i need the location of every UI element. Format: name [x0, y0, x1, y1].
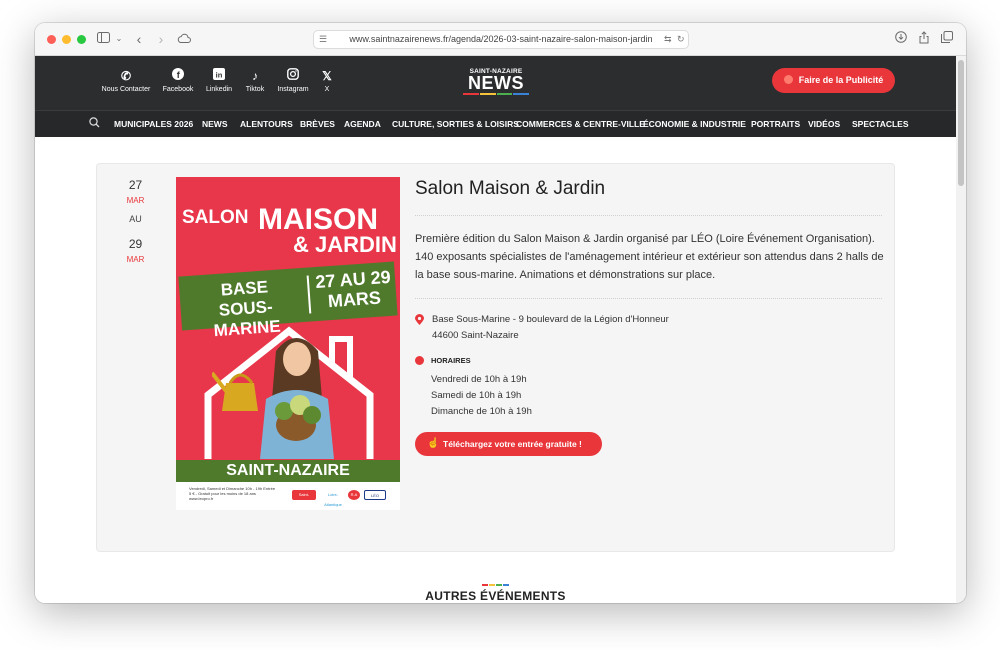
main-nav: MUNICIPALES 2026 NEWS ALENTOURS BRÈVES A…: [35, 110, 956, 137]
nav-commerces[interactable]: COMMERCES & CENTRE-VILLE: [516, 119, 645, 129]
start-month: MAR: [126, 196, 145, 205]
nav-news[interactable]: NEWS: [202, 119, 228, 129]
event-title: Salon Maison & Jardin: [415, 178, 606, 199]
end-day: 29: [128, 237, 143, 251]
x-icon: 𝕏: [322, 69, 332, 83]
reload-icon[interactable]: ↻: [677, 34, 685, 45]
sidebar-icon[interactable]: [95, 31, 111, 47]
share-icon[interactable]: [916, 31, 932, 47]
site-header: ✆ Nous Contacter f Facebook in Linkedin …: [35, 56, 956, 110]
watering-can-illustration: [212, 371, 258, 411]
window-controls: [47, 35, 86, 44]
page-content: 27 MAR AU 29 MAR SALON MAISON & JARDIN B…: [35, 137, 956, 603]
nav-municipales[interactable]: MUNICIPALES 2026: [114, 119, 193, 129]
event-address: Base Sous-Marine - 9 boulevard de la Lég…: [432, 314, 669, 341]
event-card: 27 MAR AU 29 MAR SALON MAISON & JARDIN B…: [96, 163, 895, 552]
divider: [415, 298, 882, 299]
date-separator: AU: [129, 214, 142, 224]
record-dot-icon: [783, 75, 793, 84]
nav-spectacles[interactable]: SPECTACLES: [852, 119, 909, 129]
hours-item: Vendredi de 10h à 19h: [431, 374, 527, 385]
end-month: MAR: [126, 255, 145, 264]
address-bar[interactable]: ☰ www.saintnazairenews.fr/agenda/2026-03…: [313, 30, 689, 49]
location-pin-icon: [415, 314, 424, 325]
browser-toolbar: ⌄ ‹ › ☰ www.saintnazairenews.fr/agenda/2…: [35, 23, 966, 56]
logo-color-bars: [463, 93, 529, 95]
divider: [415, 215, 882, 216]
other-events-heading: AUTRES ÉVÉNEMENTS: [425, 589, 566, 603]
advertise-button[interactable]: Faire de la Publicité: [772, 68, 895, 93]
nav-culture[interactable]: CULTURE, SORTIES & LOISIRS: [392, 119, 519, 129]
contact-link[interactable]: ✆ Nous Contacter: [96, 68, 156, 93]
poster-footer: Vendredi, Samedi et Dimanche 10h - 19h E…: [176, 482, 400, 510]
section-color-bars: [482, 584, 509, 586]
hours-label: HORAIRES: [431, 356, 471, 365]
search-icon[interactable]: [89, 117, 100, 131]
scrollbar-thumb[interactable]: [958, 60, 964, 186]
download-icon[interactable]: [893, 31, 909, 47]
zoom-window-button[interactable]: [77, 35, 86, 44]
browser-window: ⌄ ‹ › ☰ www.saintnazairenews.fr/agenda/2…: [35, 23, 966, 603]
nav-videos[interactable]: VIDÉOS: [808, 119, 840, 129]
sponsor-logo: Loire-Atlantique: [321, 490, 345, 507]
pointer-hand-icon: ☝: [427, 438, 440, 449]
download-ticket-button[interactable]: ☝ Téléchargez votre entrée gratuite !: [415, 432, 602, 456]
phone-icon: ✆: [120, 69, 132, 83]
forward-icon[interactable]: ›: [153, 31, 169, 47]
tabs-overview-icon[interactable]: [939, 31, 955, 47]
event-poster[interactable]: SALON MAISON & JARDIN BASE SOUS-MARINE 27…: [176, 177, 400, 510]
sponsor-logo: Saint-Nazaire: [292, 490, 316, 507]
site-logo[interactable]: SAINT-NAZAIRE NEWS: [463, 68, 529, 95]
nav-breves[interactable]: BRÈVES: [300, 119, 335, 129]
scrollbar[interactable]: [956, 56, 966, 603]
chevron-down-icon[interactable]: ⌄: [111, 31, 127, 47]
back-icon[interactable]: ‹: [131, 31, 147, 47]
nav-economie[interactable]: ÉCONOMIE & INDUSTRIE: [643, 119, 746, 129]
cloud-icon[interactable]: [176, 31, 192, 47]
poster-city-banner: SAINT-NAZAIRE: [176, 460, 400, 482]
sponsor-logo: LÉO: [364, 490, 386, 500]
translate-icon[interactable]: ⇆: [664, 34, 672, 45]
url-text: www.saintnazairenews.fr/agenda/2026-03-s…: [349, 34, 653, 44]
event-hours: Vendredi de 10h à 19h Samedi de 10h à 19…: [431, 372, 532, 420]
clock-icon: [415, 356, 424, 365]
start-day: 27: [128, 178, 143, 192]
nav-alentours[interactable]: ALENTOURS: [240, 119, 293, 129]
hours-item: Samedi de 10h à 19h: [431, 390, 522, 401]
nav-portraits[interactable]: PORTRAITS: [751, 119, 800, 129]
x-link[interactable]: 𝕏 X: [297, 68, 357, 93]
poster-location-banner: BASE SOUS-MARINE 27 AU 29 MARS: [178, 261, 398, 340]
close-window-button[interactable]: [47, 35, 56, 44]
sponsor-logo: R.A: [348, 490, 360, 500]
minimize-window-button[interactable]: [62, 35, 71, 44]
nav-agenda[interactable]: AGENDA: [344, 119, 381, 129]
hours-item: Dimanche de 10h à 19h: [431, 406, 532, 417]
event-dates: 27 MAR AU 29 MAR: [107, 178, 164, 264]
event-description: Première édition du Salon Maison & Jardi…: [415, 233, 884, 281]
svg-text:in: in: [216, 71, 223, 80]
